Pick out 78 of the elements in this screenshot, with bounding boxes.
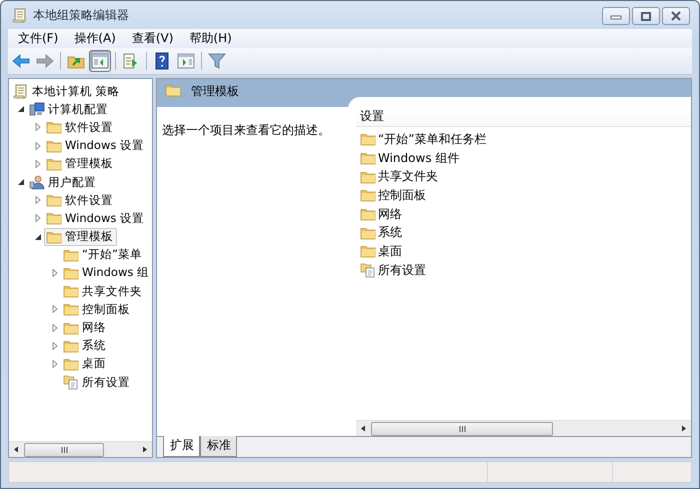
- show-tree-button[interactable]: [89, 50, 111, 72]
- tree-item[interactable]: 用户配置: [27, 173, 100, 192]
- folder-document-icon: [360, 262, 376, 278]
- folder-icon: [63, 356, 79, 371]
- scroll-icon: [12, 7, 28, 23]
- folder-icon: [63, 338, 79, 353]
- tree-item[interactable]: 桌面: [61, 354, 110, 373]
- pane-layout-icon: [177, 53, 195, 69]
- folder-icon: [63, 248, 79, 262]
- minimize-button[interactable]: [602, 7, 630, 25]
- folder-icon: [360, 170, 376, 184]
- tree-item[interactable]: 系统: [61, 336, 110, 355]
- maximize-icon: [640, 12, 652, 20]
- list-item[interactable]: 桌面: [348, 242, 691, 261]
- list-item[interactable]: 控制面板: [348, 186, 691, 205]
- pane-layout-icon: [91, 53, 109, 69]
- menu-item[interactable]: 文件(F): [10, 30, 66, 47]
- column-header[interactable]: 设置: [356, 107, 691, 127]
- left-arrow-icon: [12, 53, 30, 69]
- view-tab[interactable]: 扩展: [163, 436, 200, 457]
- folder-icon: [46, 230, 62, 244]
- tree-item[interactable]: 网络: [61, 318, 110, 337]
- folder-icon: [63, 284, 79, 298]
- tree-item[interactable]: 共享文件夹: [61, 282, 146, 300]
- tree-item[interactable]: 本地计算机 策略: [11, 82, 124, 100]
- computer-icon: [29, 101, 45, 118]
- menu-item[interactable]: 帮助(H): [181, 30, 240, 47]
- tree-item[interactable]: Windows 设置: [44, 209, 148, 228]
- view-tab[interactable]: 标准: [200, 436, 237, 457]
- grip-icon: [458, 426, 466, 432]
- folder-icon: [360, 207, 376, 222]
- list-item[interactable]: 网络: [348, 204, 691, 224]
- right-arrow-icon: [36, 53, 54, 69]
- menu-item[interactable]: 操作(A): [66, 30, 124, 47]
- user-icon: [29, 174, 45, 190]
- maximize-button[interactable]: [632, 7, 660, 25]
- folder-icon: [165, 82, 181, 96]
- tree-item[interactable]: Windows 设置: [44, 136, 148, 155]
- folder-icon: [46, 211, 62, 226]
- list-item[interactable]: 共享文件夹: [348, 167, 691, 186]
- folder-icon: [360, 132, 376, 146]
- folder-icon: [360, 188, 376, 202]
- folder-icon: [63, 266, 79, 280]
- folder-document-icon: [63, 374, 79, 390]
- folder-icon: [46, 156, 62, 171]
- tree-item[interactable]: 所有设置: [61, 373, 134, 392]
- window-title: 本地组策略编辑器: [33, 6, 129, 24]
- close-icon: [670, 11, 682, 21]
- tree-item[interactable]: Windows 组: [61, 264, 152, 282]
- horizontal-scrollbar[interactable]: [9, 441, 152, 457]
- question-mark-icon: [155, 52, 169, 70]
- folder-icon: [360, 244, 376, 258]
- description-text: 选择一个项目来查看它的描述。: [162, 123, 330, 137]
- folder-icon: [46, 193, 62, 208]
- funnel-icon: [208, 53, 226, 69]
- folder-icon: [360, 151, 376, 166]
- list-item[interactable]: “开始”菜单和任务栏: [348, 130, 691, 149]
- tree-item[interactable]: 控制面板: [61, 300, 134, 318]
- menu-item[interactable]: 查看(V): [124, 30, 182, 47]
- folder-icon: [63, 302, 79, 316]
- folder-icon: [63, 320, 79, 335]
- grip-icon: [60, 446, 68, 452]
- folder-icon: [46, 138, 62, 153]
- tree-item[interactable]: 管理模板: [44, 228, 117, 246]
- list-item[interactable]: 所有设置: [348, 260, 691, 280]
- scroll-icon: [13, 83, 29, 100]
- list-item[interactable]: Windows 组件: [348, 148, 691, 168]
- tree-item[interactable]: “开始”菜单: [61, 246, 146, 264]
- close-button[interactable]: [662, 7, 690, 25]
- folder-icon: [46, 120, 62, 134]
- tree-item[interactable]: 计算机配置: [27, 100, 112, 118]
- tree-item[interactable]: 软件设置: [44, 118, 117, 136]
- list-item[interactable]: 系统: [348, 223, 691, 242]
- horizontal-scrollbar[interactable]: [356, 420, 691, 436]
- folder-icon: [360, 226, 376, 240]
- pane-title: 管理模板: [191, 82, 239, 100]
- tree-item[interactable]: 管理模板: [44, 154, 117, 173]
- tree-item[interactable]: 软件设置: [44, 191, 117, 210]
